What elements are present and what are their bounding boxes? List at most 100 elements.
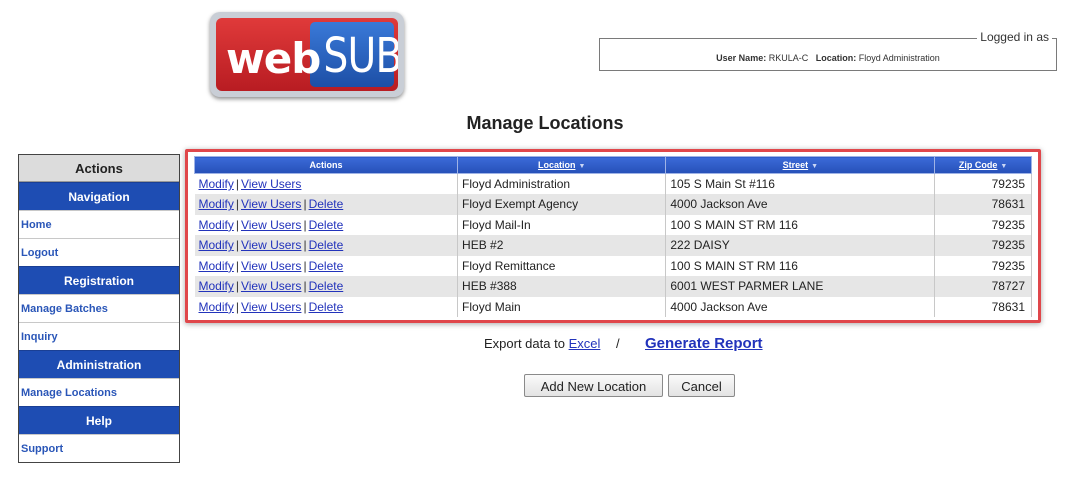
location-cell: Floyd Remittance <box>457 255 667 276</box>
sort-location-link[interactable]: Location <box>538 160 576 170</box>
street-cell: 222 DAISY <box>665 235 936 256</box>
table-row: Modify | View Users | Delete Floyd Exempt Age… <box>194 194 1032 215</box>
location-cell: Floyd Main <box>457 296 667 317</box>
table-row: Modify | View Users | Delete HEB #388 6001 WES… <box>194 276 1032 297</box>
page-title: Manage Locations <box>466 113 624 133</box>
view-users-link[interactable]: View Users <box>241 300 301 314</box>
delete-link[interactable]: Delete <box>309 197 344 211</box>
delete-link[interactable]: Delete <box>309 300 344 314</box>
street-cell: 4000 Jackson Ave <box>665 296 936 317</box>
sidebar-item-manage-batches[interactable]: Manage Batches <box>19 294 179 322</box>
table-row: Modify | View Users Floyd Administration 105… <box>194 173 1032 194</box>
street-cell: 100 S MAIN ST RM 116 <box>665 255 936 276</box>
sort-triangle-icon: ▼ <box>578 163 586 170</box>
logo-web-text: web <box>226 34 321 83</box>
sidebar-item-support[interactable]: Support <box>19 434 179 462</box>
sidebar-item-home[interactable]: Home <box>19 210 179 238</box>
location-value: Floyd Administration <box>858 53 940 63</box>
action-separator: | <box>303 238 307 253</box>
sidebar-section-help: Help <box>19 406 179 434</box>
row-actions-cell: Modify | View Users | Delete <box>194 255 459 276</box>
column-header-actions: Actions <box>193 156 459 174</box>
action-separator: | <box>235 258 239 273</box>
location-cell: HEB #388 <box>457 276 667 297</box>
sidebar-item-manage-locations[interactable]: Manage Locations <box>19 378 179 406</box>
action-separator: | <box>235 177 239 191</box>
sort-triangle-icon: ▼ <box>1000 163 1008 170</box>
login-info: User Name: RKULA-C Location: Floyd Admin… <box>600 53 1056 63</box>
action-separator: | <box>303 299 307 314</box>
view-users-link[interactable]: View Users <box>241 259 301 273</box>
sidebar: Actions Navigation Home Logout Registrat… <box>18 154 180 463</box>
locations-table: Actions Location ▼ Street ▼ Zip Code ▼ Modi… <box>193 156 1032 317</box>
sidebar-section-navigation: Navigation <box>19 182 179 210</box>
column-header-zip-code[interactable]: Zip Code ▼ <box>934 156 1032 174</box>
action-separator: | <box>303 197 307 212</box>
view-users-link[interactable]: View Users <box>241 238 301 252</box>
location-label: Location: <box>815 53 857 63</box>
logged-in-box: Logged in as User Name: RKULA-C Location… <box>599 30 1057 71</box>
modify-link[interactable]: Modify <box>199 218 234 232</box>
location-cell: HEB #2 <box>457 235 667 256</box>
delete-link[interactable]: Delete <box>309 279 344 293</box>
row-actions-cell: Modify | View Users <box>194 173 459 194</box>
sidebar-item-logout[interactable]: Logout <box>19 238 179 266</box>
location-cell: Floyd Administration <box>457 173 667 194</box>
logo-sub-text: SUB <box>323 28 398 84</box>
view-users-link[interactable]: View Users <box>241 218 301 232</box>
row-actions-cell: Modify | View Users | Delete <box>194 276 459 297</box>
view-users-link[interactable]: View Users <box>241 279 301 293</box>
sidebar-item-inquiry[interactable]: Inquiry <box>19 322 179 350</box>
modify-link[interactable]: Modify <box>199 300 234 314</box>
modify-link[interactable]: Modify <box>199 177 234 191</box>
row-actions-cell: Modify | View Users | Delete <box>194 194 459 215</box>
view-users-link[interactable]: View Users <box>241 197 301 211</box>
generate-report-link[interactable]: Generate Report <box>645 335 763 352</box>
export-row: Export data to Excel / <box>484 336 630 351</box>
delete-link[interactable]: Delete <box>309 259 344 273</box>
cancel-button[interactable]: Cancel <box>668 374 735 397</box>
logged-in-legend: Logged in as <box>977 30 1052 44</box>
zip-code-cell: 79235 <box>934 214 1032 235</box>
zip-code-cell: 79235 <box>934 255 1032 276</box>
zip-code-cell: 79235 <box>934 235 1032 256</box>
action-separator: | <box>235 299 239 314</box>
location-cell: Floyd Mail-In <box>457 214 667 235</box>
sort-street-link[interactable]: Street <box>783 160 809 170</box>
delete-link[interactable]: Delete <box>309 218 344 232</box>
street-cell: 105 S Main St #116 <box>665 173 936 194</box>
sort-zip-link[interactable]: Zip Code <box>959 160 998 170</box>
action-separator: | <box>303 217 307 232</box>
zip-code-cell: 78727 <box>934 276 1032 297</box>
view-users-link[interactable]: View Users <box>241 177 301 191</box>
zip-code-cell: 78631 <box>934 194 1032 215</box>
modify-link[interactable]: Modify <box>199 259 234 273</box>
action-separator: | <box>235 197 239 212</box>
locations-table-highlight: Actions Location ▼ Street ▼ Zip Code ▼ Modi… <box>185 149 1041 323</box>
table-row: Modify | View Users | Delete Floyd Main 4000 J… <box>194 296 1032 317</box>
modify-link[interactable]: Modify <box>199 238 234 252</box>
column-header-street[interactable]: Street ▼ <box>665 156 936 174</box>
action-separator: | <box>235 217 239 232</box>
location-cell: Floyd Exempt Agency <box>457 194 667 215</box>
action-separator: | <box>303 258 307 273</box>
action-separator: | <box>303 279 307 294</box>
street-cell: 4000 Jackson Ave <box>665 194 936 215</box>
modify-link[interactable]: Modify <box>199 279 234 293</box>
action-separator: | <box>235 279 239 294</box>
row-actions-cell: Modify | View Users | Delete <box>194 235 459 256</box>
row-actions-cell: Modify | View Users | Delete <box>194 214 459 235</box>
zip-code-cell: 78631 <box>934 296 1032 317</box>
action-separator: | <box>235 238 239 253</box>
export-excel-link[interactable]: Excel <box>569 336 601 351</box>
row-actions-cell: Modify | View Users | Delete <box>194 296 459 317</box>
user-name-label: User Name: <box>716 53 767 63</box>
column-header-location[interactable]: Location ▼ <box>457 156 667 174</box>
add-new-location-button[interactable]: Add New Location <box>524 374 663 397</box>
websub-logo: web SUB <box>210 12 404 97</box>
delete-link[interactable]: Delete <box>309 238 344 252</box>
sidebar-header: Actions <box>19 155 179 182</box>
sidebar-section-registration: Registration <box>19 266 179 294</box>
modify-link[interactable]: Modify <box>199 197 234 211</box>
table-row: Modify | View Users | Delete Floyd Mail-In 100… <box>194 214 1032 235</box>
